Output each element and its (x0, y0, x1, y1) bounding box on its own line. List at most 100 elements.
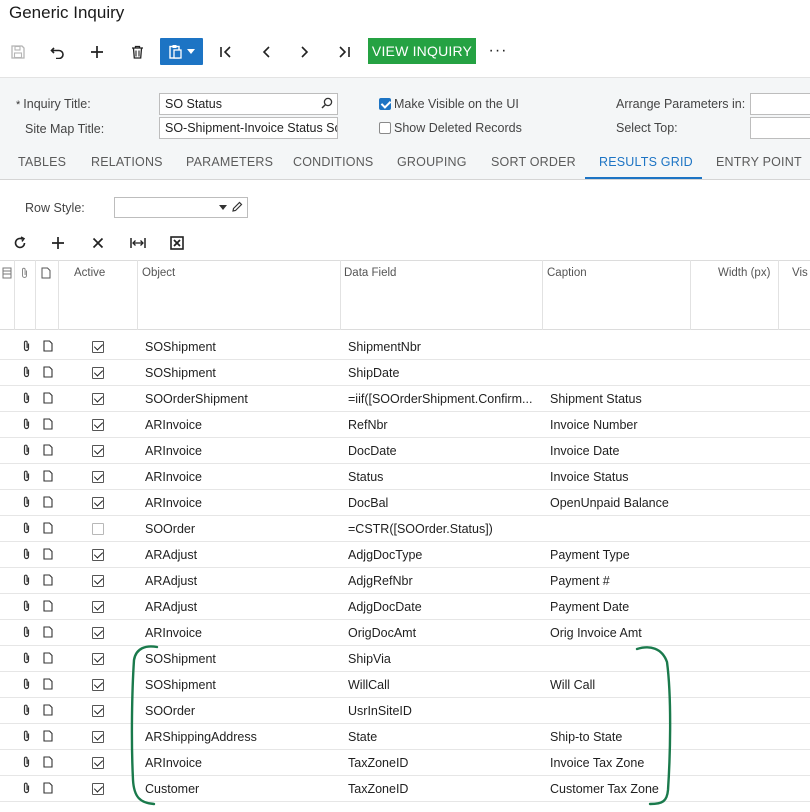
data-field-cell[interactable]: ShipmentNbr (348, 340, 538, 354)
caption-cell[interactable]: Customer Tax Zone (550, 782, 686, 796)
data-field-cell[interactable]: DocBal (348, 496, 538, 510)
note-icon[interactable] (43, 496, 53, 508)
object-cell[interactable]: ARInvoice (145, 470, 335, 484)
table-row[interactable]: ARAdjust AdjgDocType Payment Type (0, 542, 810, 568)
active-checkbox[interactable] (92, 471, 104, 483)
note-icon[interactable] (43, 782, 53, 794)
note-icon[interactable] (43, 444, 53, 456)
table-row[interactable]: ARInvoice DocBal OpenUnpaid Balance (0, 490, 810, 516)
attachment-icon[interactable] (22, 392, 31, 404)
object-cell[interactable]: SOOrderShipment (145, 392, 335, 406)
table-row[interactable]: ARInvoice DocDate Invoice Date (0, 438, 810, 464)
table-row[interactable]: ARInvoice Status Invoice Status (0, 464, 810, 490)
tab-parameters[interactable]: PARAMETERS (186, 155, 273, 169)
active-checkbox[interactable] (92, 367, 104, 379)
caption-cell[interactable]: Invoice Number (550, 418, 686, 432)
note-icon[interactable] (43, 626, 53, 638)
active-checkbox[interactable] (92, 601, 104, 613)
delete-row-icon[interactable] (87, 233, 109, 253)
more-actions-button[interactable]: ··· (486, 38, 510, 64)
pencil-icon[interactable] (231, 201, 243, 213)
active-checkbox[interactable] (92, 757, 104, 769)
attachment-icon[interactable] (22, 756, 31, 768)
object-cell[interactable]: ARInvoice (145, 496, 335, 510)
data-field-cell[interactable]: AdjgDocDate (348, 600, 538, 614)
table-row[interactable]: Customer TaxZoneID Customer Tax Zone (0, 776, 810, 802)
note-icon[interactable] (43, 522, 53, 534)
note-icon[interactable] (43, 600, 53, 612)
active-checkbox[interactable] (92, 341, 104, 353)
object-cell[interactable]: SOShipment (145, 678, 335, 692)
data-field-cell[interactable]: AdjgDocType (348, 548, 538, 562)
arrange-parameters-input[interactable] (750, 93, 810, 115)
column-header-visible[interactable]: Vis (792, 267, 808, 279)
caption-cell[interactable]: Will Call (550, 678, 686, 692)
next-record-icon[interactable] (292, 38, 318, 66)
data-field-cell[interactable]: WillCall (348, 678, 538, 692)
previous-record-icon[interactable] (253, 38, 279, 66)
note-icon[interactable] (43, 652, 53, 664)
table-row[interactable]: ARInvoice RefNbr Invoice Number (0, 412, 810, 438)
tab-results-grid[interactable]: RESULTS GRID (599, 155, 693, 169)
trash-icon[interactable] (124, 38, 150, 66)
row-style-select[interactable] (114, 197, 248, 218)
column-header-object[interactable]: Object (142, 267, 175, 279)
caption-cell[interactable]: Payment Type (550, 548, 686, 562)
data-field-cell[interactable]: =iif([SOOrderShipment.Confirm... (348, 392, 538, 406)
site-map-title-input[interactable]: SO-Shipment-Invoice Status Sc (159, 117, 338, 139)
active-checkbox[interactable] (92, 731, 104, 743)
object-cell[interactable]: SOShipment (145, 366, 335, 380)
fit-columns-icon[interactable] (127, 233, 149, 253)
table-row[interactable]: SOShipment ShipVia (0, 646, 810, 672)
data-field-cell[interactable]: TaxZoneID (348, 756, 538, 770)
caption-cell[interactable]: Invoice Status (550, 470, 686, 484)
table-row[interactable]: SOShipment ShipDate (0, 360, 810, 386)
table-row[interactable]: SOOrderShipment =iif([SOOrderShipment.Con… (0, 386, 810, 412)
data-field-cell[interactable]: ShipVia (348, 652, 538, 666)
active-checkbox[interactable] (92, 679, 104, 691)
active-checkbox[interactable] (92, 419, 104, 431)
table-row[interactable]: ARShippingAddress State Ship-to State (0, 724, 810, 750)
object-cell[interactable]: ARShippingAddress (145, 730, 335, 744)
attachment-icon[interactable] (22, 366, 31, 378)
caption-cell[interactable]: Shipment Status (550, 392, 686, 406)
attachment-icon[interactable] (22, 548, 31, 560)
attachment-icon[interactable] (22, 340, 31, 352)
show-deleted-checkbox[interactable] (379, 122, 391, 134)
active-checkbox[interactable] (92, 627, 104, 639)
refresh-icon[interactable] (9, 233, 31, 253)
tab-relations[interactable]: RELATIONS (91, 155, 163, 169)
attachment-icon[interactable] (22, 496, 31, 508)
attachment-icon[interactable] (22, 730, 31, 742)
table-row[interactable]: SOOrder UsrInSiteID (0, 698, 810, 724)
object-cell[interactable]: ARInvoice (145, 626, 335, 640)
table-row[interactable]: SOShipment ShipmentNbr (0, 334, 810, 360)
caption-cell[interactable]: Ship-to State (550, 730, 686, 744)
attachment-icon[interactable] (22, 574, 31, 586)
table-row[interactable]: ARAdjust AdjgRefNbr Payment # (0, 568, 810, 594)
first-record-icon[interactable] (213, 38, 239, 66)
active-checkbox[interactable] (92, 497, 104, 509)
select-top-input[interactable] (750, 117, 810, 139)
tab-tables[interactable]: TABLES (18, 155, 66, 169)
note-icon[interactable] (43, 574, 53, 586)
data-field-cell[interactable]: UsrInSiteID (348, 704, 538, 718)
data-field-cell[interactable]: AdjgRefNbr (348, 574, 538, 588)
clipboard-button[interactable] (160, 38, 203, 65)
data-field-cell[interactable]: Status (348, 470, 538, 484)
note-icon[interactable] (43, 678, 53, 690)
chevron-down-icon[interactable] (219, 205, 227, 210)
view-inquiry-button[interactable]: VIEW INQUIRY (368, 38, 476, 64)
active-checkbox[interactable] (92, 393, 104, 405)
attachment-icon[interactable] (22, 782, 31, 794)
object-cell[interactable]: SOOrder (145, 522, 335, 536)
object-cell[interactable]: SOOrder (145, 704, 335, 718)
caption-cell[interactable]: OpenUnpaid Balance (550, 496, 686, 510)
data-field-cell[interactable]: TaxZoneID (348, 782, 538, 796)
object-cell[interactable]: ARInvoice (145, 418, 335, 432)
undo-icon[interactable] (45, 38, 71, 66)
caption-cell[interactable]: Invoice Tax Zone (550, 756, 686, 770)
make-visible-checkbox[interactable] (379, 98, 391, 110)
caption-cell[interactable]: Payment # (550, 574, 686, 588)
attachment-icon[interactable] (22, 418, 31, 430)
